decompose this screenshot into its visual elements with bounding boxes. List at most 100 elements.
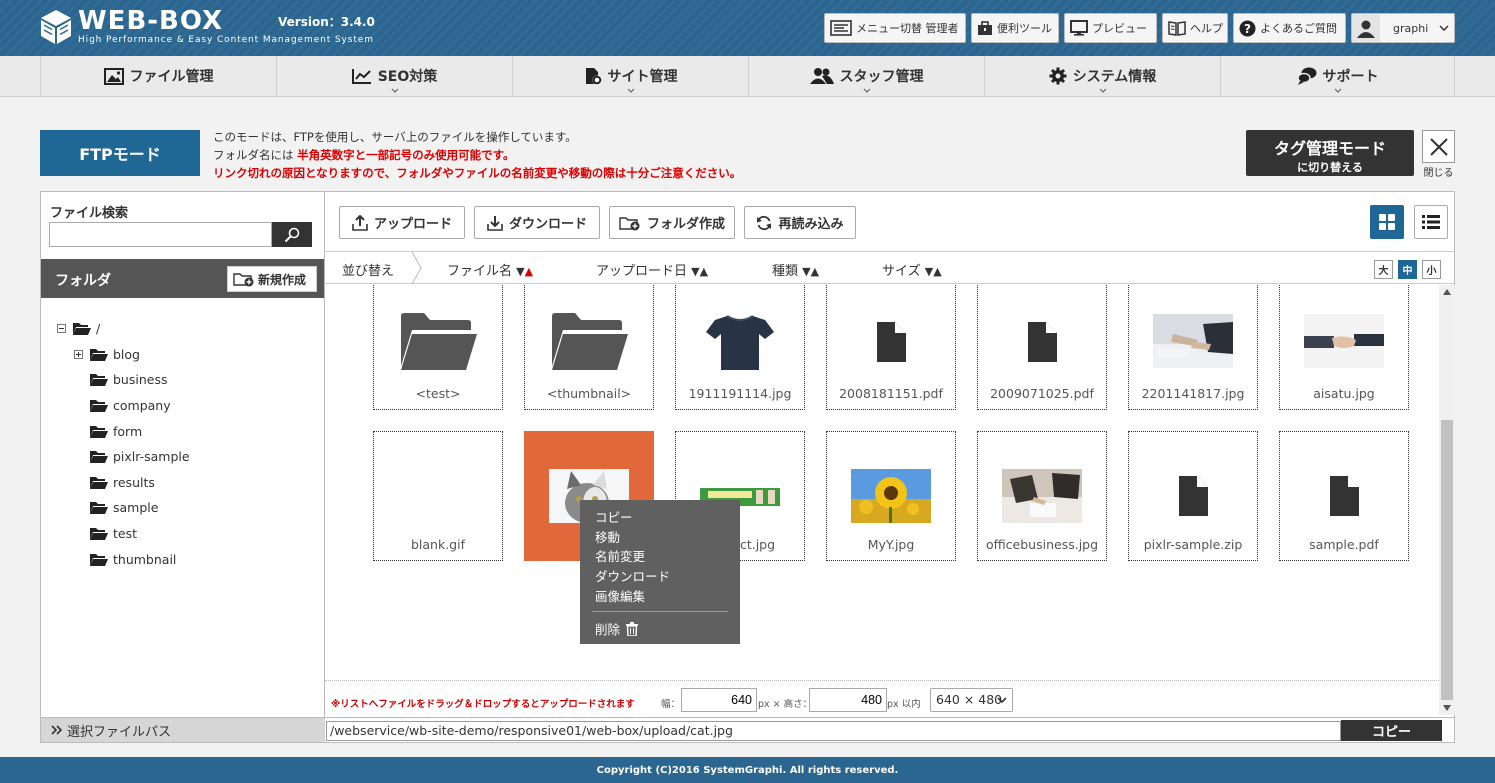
- sort-desc-arrow[interactable]: ▼: [516, 265, 524, 278]
- refresh-icon: [757, 215, 772, 230]
- file-tile-blank[interactable]: blank.gif: [373, 431, 503, 561]
- context-move[interactable]: 移動: [595, 527, 620, 546]
- file-tile-thumbnail-folder[interactable]: <thumbnail>: [524, 285, 654, 410]
- reload-button[interactable]: 再読み込み: [744, 206, 856, 239]
- copy-path-button[interactable]: コピー: [1341, 720, 1442, 741]
- close-button[interactable]: [1422, 130, 1455, 163]
- folder-plus-icon: [619, 216, 640, 230]
- scroll-down-icon[interactable]: [1443, 705, 1451, 711]
- file-tile-test-folder[interactable]: <test>: [373, 285, 503, 410]
- sort-asc-arrow[interactable]: ▲: [700, 265, 708, 278]
- file-tile-aisatu[interactable]: aisatu.jpg: [1279, 285, 1409, 410]
- tools-button[interactable]: 便利ツール: [971, 13, 1059, 43]
- sort-asc-arrow[interactable]: ▲: [933, 265, 941, 278]
- file-tile-pixlr-sample[interactable]: pixlr-sample.zip: [1128, 431, 1258, 561]
- collapse-icon[interactable]: [57, 324, 66, 333]
- context-edit-image[interactable]: 画像編集: [595, 586, 645, 605]
- file-name: aisatu.jpg: [1313, 386, 1375, 401]
- tree-node-sample[interactable]: sample: [89, 500, 158, 515]
- width-label: 幅：: [661, 699, 681, 710]
- file-name: 2009071025.pdf: [990, 386, 1094, 401]
- upload-button[interactable]: アップロード: [339, 206, 465, 239]
- tree-node-company[interactable]: company: [89, 398, 171, 413]
- list-view-button[interactable]: [1414, 205, 1448, 239]
- search-button[interactable]: [272, 222, 312, 247]
- nav-file-management[interactable]: ファイル管理: [40, 56, 276, 96]
- file-tile-2201141817[interactable]: 2201141817.jpg: [1128, 285, 1258, 410]
- office-business-image: [1002, 469, 1082, 523]
- file-search-label: ファイル検索: [50, 206, 129, 221]
- scroll-up-icon[interactable]: [1443, 289, 1451, 295]
- sort-by-filename[interactable]: ファイル名 ▼▲: [447, 260, 533, 279]
- grid-view-button[interactable]: [1370, 205, 1404, 239]
- file-name: pixlr-sample.zip: [1143, 537, 1243, 552]
- faq-button[interactable]: ? よくあるご質問: [1233, 13, 1346, 43]
- tag-mode-switch-button[interactable]: タグ管理モード に切り替える: [1246, 130, 1414, 176]
- file-tile-1911191114[interactable]: 1911191114.jpg: [675, 285, 805, 410]
- sort-desc-arrow[interactable]: ▼: [691, 265, 699, 278]
- upload-options-bar: ※リストへファイルをドラッグ＆ドロップするとアップロードされます 幅： px ×…: [325, 680, 1439, 717]
- preview-button[interactable]: プレビュー: [1064, 13, 1157, 43]
- tree-node-blog[interactable]: blog: [74, 347, 140, 362]
- tree-node-thumbnail[interactable]: thumbnail: [89, 552, 176, 567]
- nav-system-info[interactable]: システム情報: [984, 56, 1220, 96]
- sort-asc-arrow[interactable]: ▲: [525, 265, 533, 278]
- folder-open-icon: [90, 477, 108, 489]
- thumb-size-medium[interactable]: 中: [1398, 260, 1417, 279]
- thumb-size-small[interactable]: 小: [1422, 260, 1441, 279]
- nav-seo[interactable]: SEO対策: [276, 56, 512, 96]
- selected-path-input[interactable]: /webservice/wb-site-demo/responsive01/we…: [326, 721, 1341, 741]
- resize-width-input[interactable]: [681, 688, 757, 712]
- expand-icon[interactable]: [74, 350, 83, 359]
- resize-height-input[interactable]: [809, 688, 887, 712]
- sort-by-upload-date[interactable]: アップロード日 ▼▲: [596, 260, 708, 279]
- user-name: graphi: [1393, 21, 1429, 35]
- file-tile-sample-pdf[interactable]: sample.pdf: [1279, 431, 1409, 561]
- new-folder-button[interactable]: 新規作成: [227, 266, 317, 292]
- thumb-size-large[interactable]: 大: [1374, 260, 1393, 279]
- file-tile-2009071025[interactable]: 2009071025.pdf: [977, 285, 1107, 410]
- nav-staff-management[interactable]: スタッフ管理: [748, 56, 984, 96]
- context-download[interactable]: ダウンロード: [595, 566, 670, 585]
- file-tile-myy[interactable]: MyY.jpg: [826, 431, 956, 561]
- download-button[interactable]: ダウンロード: [474, 206, 600, 239]
- create-folder-button[interactable]: フォルダ作成: [609, 206, 735, 239]
- tree-node-form[interactable]: form: [89, 424, 142, 439]
- tree-node-test[interactable]: test: [89, 526, 137, 541]
- menu-switch-icon: [830, 20, 852, 36]
- grid-icon: [1379, 214, 1395, 230]
- tree-node-pixlr-sample[interactable]: pixlr-sample: [89, 449, 190, 464]
- file-search-input[interactable]: [49, 222, 272, 247]
- folder-open-icon: [90, 451, 108, 463]
- tree-node-root[interactable]: /: [57, 321, 100, 336]
- folder-icon: [401, 313, 477, 370]
- file-name: officebusiness.jpg: [985, 537, 1099, 552]
- handshake-image: [1304, 314, 1384, 368]
- context-rename[interactable]: 名前変更: [595, 546, 645, 565]
- ftp-mode-badge: FTPモード: [40, 130, 200, 176]
- file-tile-2008181151[interactable]: 2008181151.pdf: [826, 285, 956, 410]
- sort-desc-arrow[interactable]: ▼: [925, 265, 933, 278]
- tag-mode-subtitle: に切り替える: [1297, 161, 1363, 174]
- scrollbar-thumb[interactable]: [1441, 420, 1453, 700]
- menu-switch-button[interactable]: メニュー切替 管理者: [824, 13, 966, 43]
- user-menu-button[interactable]: graphi: [1351, 13, 1455, 43]
- sort-by-size[interactable]: サイズ ▼▲: [882, 260, 942, 279]
- sort-asc-arrow[interactable]: ▲: [811, 265, 819, 278]
- tree-node-business[interactable]: business: [89, 372, 167, 387]
- resize-preset-select[interactable]: 640 × 480: [930, 688, 1013, 712]
- sidebar: ファイル検索 フォルダ 新規作成 / blog business company…: [40, 191, 324, 718]
- tree-node-results[interactable]: results: [89, 475, 155, 490]
- new-folder-label: 新規作成: [258, 272, 307, 287]
- vertical-scrollbar[interactable]: [1439, 285, 1455, 715]
- help-button[interactable]: ヘルプ: [1162, 13, 1228, 43]
- file-tile-officebusiness[interactable]: officebusiness.jpg: [977, 431, 1107, 561]
- sort-by-kind[interactable]: 種類 ▼▲: [772, 260, 819, 279]
- context-delete[interactable]: 削除: [595, 619, 639, 638]
- sort-desc-arrow[interactable]: ▼: [802, 265, 810, 278]
- context-copy[interactable]: コピー: [595, 507, 633, 526]
- business-meeting-image: [1153, 314, 1233, 368]
- logo-cube-icon: [41, 10, 71, 44]
- nav-site-management[interactable]: サイト管理: [512, 56, 748, 96]
- nav-support[interactable]: サポート: [1220, 56, 1455, 96]
